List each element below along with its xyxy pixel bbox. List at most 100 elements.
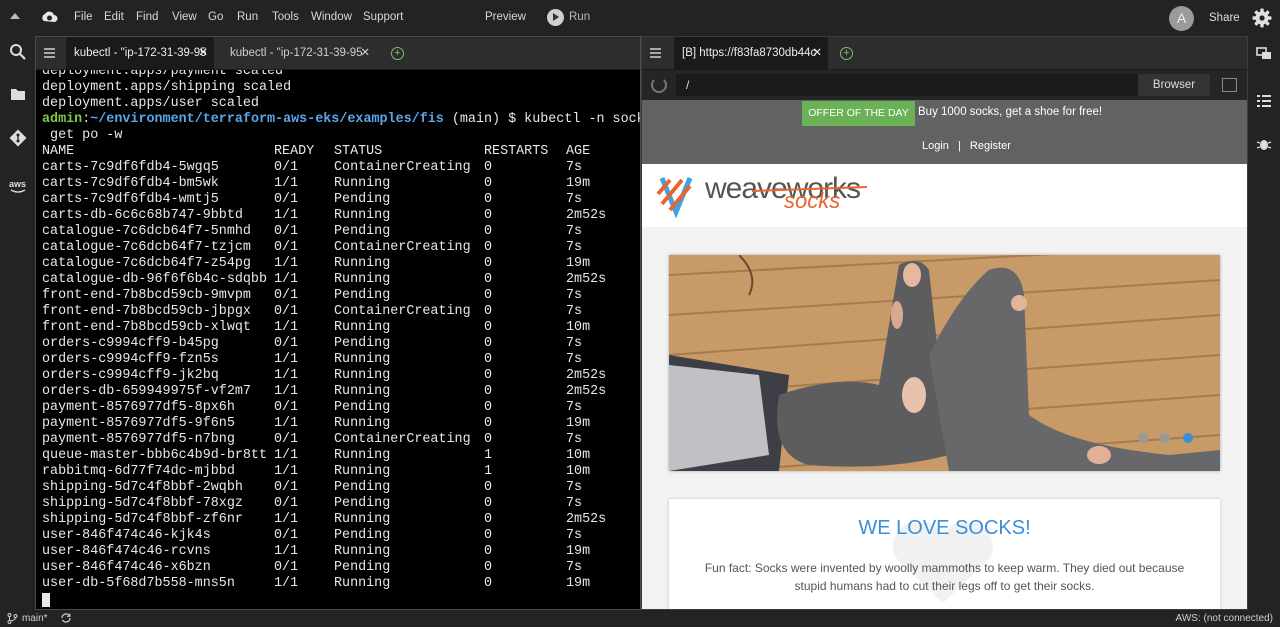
- pane-menu-icon[interactable]: [44, 48, 55, 58]
- pod-cell: 2m52s: [566, 384, 607, 399]
- terminal-tab-1[interactable]: kubectl - "ip-172-31-39-95 ✕: [66, 37, 214, 70]
- column-header: RESTARTS: [484, 144, 549, 159]
- user-avatar[interactable]: A: [1169, 6, 1194, 31]
- pod-cell: 0/1: [274, 288, 299, 303]
- popout-icon[interactable]: [1222, 78, 1237, 92]
- register-link[interactable]: Register: [970, 140, 1011, 152]
- menu-go[interactable]: Go: [208, 11, 223, 23]
- aws-icon[interactable]: aws: [8, 176, 28, 196]
- pod-cell: 0: [484, 560, 493, 575]
- url-input[interactable]: /: [676, 74, 1138, 96]
- browser-dropdown-button[interactable]: Browser: [1138, 74, 1210, 96]
- debugger-icon[interactable]: [1256, 136, 1272, 152]
- pod-cell: ContainerCreating: [334, 240, 471, 255]
- reload-icon[interactable]: [651, 77, 667, 93]
- pod-cell: Running: [334, 576, 391, 591]
- pod-cell: shipping-5d7c4f8bbf-zf6nr: [42, 512, 243, 527]
- pod-cell: 2m52s: [566, 272, 607, 287]
- terminal-output[interactable]: deployment.apps/payment scaled deployment…: [36, 70, 640, 609]
- preview-menu[interactable]: Preview: [485, 11, 526, 23]
- new-tab-plus-icon[interactable]: +: [840, 47, 853, 60]
- pod-cell: 19m: [566, 256, 591, 271]
- prompt-user: admin: [42, 112, 83, 127]
- pod-cell: 0: [484, 352, 493, 367]
- hero-carousel[interactable]: [669, 255, 1220, 471]
- close-icon[interactable]: ✕: [812, 37, 822, 70]
- terminal-tab-2[interactable]: kubectl - "ip-172-31-39-95 ✕: [222, 37, 376, 70]
- pod-cell: carts-7c9df6fdb4-wmtj5: [42, 192, 219, 207]
- pod-cell: 0/1: [274, 432, 299, 447]
- carousel-dot-2[interactable]: [1160, 433, 1170, 443]
- menu-view[interactable]: View: [172, 11, 197, 23]
- menu-run[interactable]: Run: [237, 11, 258, 23]
- pod-cell: carts-db-6c6c68b747-9bbtd: [42, 208, 243, 223]
- prompt-line: admin:~/environment/terraform-aws-eks/ex…: [42, 112, 640, 128]
- terminal-pane: kubectl - "ip-172-31-39-95 ✕ kubectl - "…: [35, 36, 641, 610]
- menu-window[interactable]: Window: [311, 11, 352, 23]
- pod-cell: Running: [334, 352, 391, 367]
- pod-cell: 1/1: [274, 448, 299, 463]
- pod-cell: 1/1: [274, 352, 299, 367]
- left-sidebar: aws: [0, 36, 36, 610]
- carousel-dot-3-active[interactable]: [1183, 433, 1193, 443]
- collaborate-icon[interactable]: [1256, 46, 1272, 62]
- login-link[interactable]: Login: [922, 140, 949, 152]
- play-icon: [547, 9, 564, 26]
- svg-text:aws: aws: [9, 179, 26, 189]
- pod-cell: Pending: [334, 192, 391, 207]
- pod-cell: 1/1: [274, 384, 299, 399]
- pod-cell: 0/1: [274, 480, 299, 495]
- pod-cell: 7s: [566, 336, 583, 351]
- pod-cell: Running: [334, 320, 391, 335]
- browser-tab[interactable]: [B] https://f83fa8730db44c ✕: [674, 37, 828, 70]
- git-icon[interactable]: [8, 128, 28, 148]
- pod-cell: 7s: [566, 480, 583, 495]
- aws-connection-status[interactable]: AWS: (not connected): [1176, 613, 1273, 624]
- terminal-line: deployment.apps/payment scaled: [42, 70, 284, 79]
- menu-tools[interactable]: Tools: [272, 11, 299, 23]
- pod-cell: 1/1: [274, 272, 299, 287]
- branch-icon: [7, 613, 18, 624]
- carousel-dot-1[interactable]: [1138, 433, 1148, 443]
- pod-cell: 1/1: [274, 256, 299, 271]
- cloud9-logo-icon[interactable]: [40, 9, 58, 27]
- pod-cell: 0: [484, 288, 493, 303]
- close-icon[interactable]: ✕: [198, 37, 208, 70]
- pod-cell: 1/1: [274, 416, 299, 431]
- pod-cell: 0: [484, 240, 493, 255]
- pod-cell: 7s: [566, 240, 583, 255]
- outline-icon[interactable]: [1256, 93, 1272, 109]
- new-tab-plus-icon[interactable]: +: [391, 47, 404, 60]
- browser-pane: [B] https://f83fa8730db44c ✕ + / Browser…: [641, 36, 1248, 610]
- pod-cell: Pending: [334, 400, 391, 415]
- gear-icon[interactable]: [1252, 8, 1272, 28]
- menu-support[interactable]: Support: [363, 11, 403, 23]
- pod-cell: orders-c9994cff9-b45pg: [42, 336, 219, 351]
- pod-cell: 19m: [566, 176, 591, 191]
- git-branch[interactable]: main*: [22, 613, 48, 624]
- pane-menu-icon[interactable]: [650, 48, 661, 58]
- pod-cell: 7s: [566, 400, 583, 415]
- pod-cell: payment-8576977df5-9f6n5: [42, 416, 235, 431]
- menu-find[interactable]: Find: [136, 11, 158, 23]
- pod-cell: payment-8576977df5-8px6h: [42, 400, 235, 415]
- search-icon[interactable]: [8, 42, 28, 62]
- close-icon[interactable]: ✕: [360, 37, 370, 70]
- pod-cell: 0: [484, 416, 493, 431]
- menu-file[interactable]: File: [74, 11, 93, 23]
- folder-icon[interactable]: [8, 84, 28, 104]
- pod-cell: 7s: [566, 192, 583, 207]
- pod-cell: catalogue-7c6dcb64f7-5nmhd: [42, 224, 251, 239]
- offer-of-the-day-button[interactable]: OFFER OF THE DAY: [802, 101, 915, 126]
- sync-icon[interactable]: [60, 612, 72, 624]
- collapse-menu-icon[interactable]: [10, 13, 20, 19]
- pod-cell: orders-c9994cff9-jk2bq: [42, 368, 219, 383]
- pod-cell: 2m52s: [566, 208, 607, 223]
- pod-cell: Pending: [334, 288, 391, 303]
- share-button[interactable]: Share: [1209, 12, 1240, 24]
- pod-cell: 0: [484, 576, 493, 591]
- weaveworks-logo-icon[interactable]: [656, 172, 704, 218]
- pod-cell: 7s: [566, 288, 583, 303]
- menu-edit[interactable]: Edit: [104, 11, 124, 23]
- pod-cell: 0: [484, 528, 493, 543]
